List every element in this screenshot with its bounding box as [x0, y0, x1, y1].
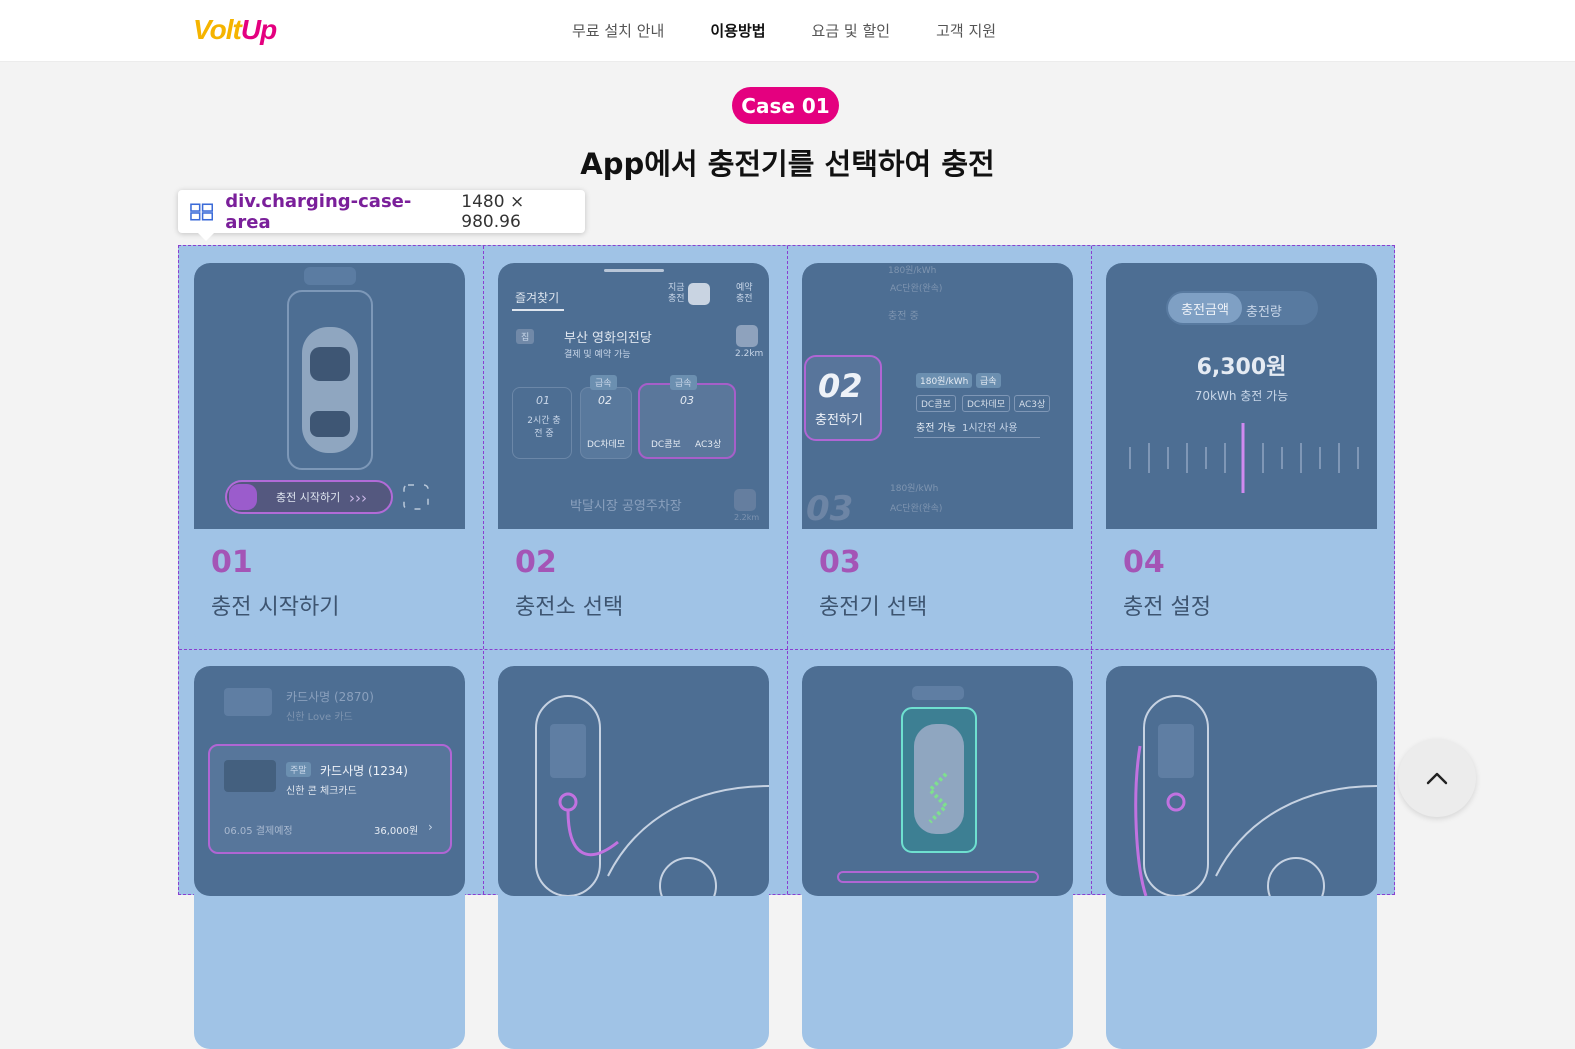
step-card[interactable]: 카드사명 (2870) 신한 Love 카드 주말 카드사명 (1234) 신한…: [194, 666, 465, 1049]
car-parking-illustration: 충전 시작하기 ›››: [225, 267, 429, 514]
step-number: 04: [1123, 545, 1165, 580]
step-card[interactable]: 충전금액 충전량 6,300원 70kWh 충전 가능 04 충전 설정: [1106, 263, 1377, 646]
step-card[interactable]: [498, 666, 769, 1049]
step-card[interactable]: 180원/kWh AC단완(완속) 충전 중 02 충전하기 180원/kWh …: [802, 263, 1073, 646]
step-label: 충전소 선택: [515, 595, 624, 620]
nav-support[interactable]: 고객 지원: [936, 20, 996, 41]
charging-case-area: 충전 시작하기 ››› 01 충전 시작하기 즐겨찾기 지금 충전 예약 충전 …: [178, 245, 1395, 1049]
case-badge: Case 01: [732, 87, 839, 124]
step-number: 03: [819, 545, 861, 580]
step-image-select-charger: 180원/kWh AC단완(완속) 충전 중 02 충전하기 180원/kWh …: [802, 263, 1073, 529]
scroll-to-top-button[interactable]: [1398, 739, 1476, 817]
svg-text:충전 시작하기: 충전 시작하기: [276, 490, 340, 504]
charging-car-illustration: [837, 686, 1039, 883]
charger-car-illustration: [535, 695, 769, 915]
site-header: Volt Up 무료 설치 안내 이용방법 요금 및 할인 고객 지원: [0, 0, 1575, 62]
step-label: 충전 시작하기: [211, 595, 340, 620]
step-image-charging: [802, 666, 1073, 896]
inspector-size: 1480 × 980.96: [461, 191, 525, 232]
step-image-payment: 카드사명 (2870) 신한 Love 카드 주말 카드사명 (1234) 신한…: [194, 666, 465, 896]
step-card[interactable]: 즐겨찾기 지금 충전 예약 충전 집 부산 영화의전당 결제 및 예약 가능 2…: [498, 263, 769, 646]
step-label: 충전 설정: [1123, 595, 1211, 620]
main-nav: 무료 설치 안내 이용방법 요금 및 할인 고객 지원: [572, 0, 996, 60]
step-label: 충전기 선택: [819, 595, 928, 620]
section-title: App에서 충전기를 선택하여 충전: [580, 147, 995, 181]
step-image-charge-settings: 충전금액 충전량 6,300원 70kWh 충전 가능: [1106, 263, 1377, 529]
step-card[interactable]: 충전 시작하기 ››› 01 충전 시작하기: [194, 263, 465, 646]
flex-layout-icon: [190, 202, 214, 221]
step-number: 02: [515, 545, 557, 580]
step-image-finish: [1106, 666, 1377, 915]
logo-text-up: Up: [240, 14, 277, 45]
step-image-start-charging: 충전 시작하기 ›››: [194, 263, 465, 529]
step-card[interactable]: [1106, 666, 1377, 1049]
step-card[interactable]: [802, 666, 1073, 1049]
logo-text-volt: Volt: [193, 14, 242, 45]
svg-text:›››: ›››: [349, 489, 367, 507]
charge-amount-slider[interactable]: [1106, 419, 1377, 499]
nav-how-to-use[interactable]: 이용방법: [710, 20, 765, 41]
step-image-plug-in: [498, 666, 769, 915]
step-image-select-station: 즐겨찾기 지금 충전 예약 충전 집 부산 영화의전당 결제 및 예약 가능 2…: [498, 263, 769, 529]
nav-pricing[interactable]: 요금 및 할인: [812, 20, 891, 41]
step-number: 01: [211, 545, 253, 580]
charger-car-illustration-2: [1134, 695, 1377, 915]
inspector-selector: div.charging-case-area: [225, 190, 412, 233]
nav-free-install[interactable]: 무료 설치 안내: [572, 20, 664, 41]
chevron-up-icon: [1426, 772, 1448, 785]
devtools-inspector-tooltip: div.charging-case-area 1480 × 980.96: [178, 190, 585, 241]
voltup-logo[interactable]: Volt Up: [193, 10, 277, 50]
